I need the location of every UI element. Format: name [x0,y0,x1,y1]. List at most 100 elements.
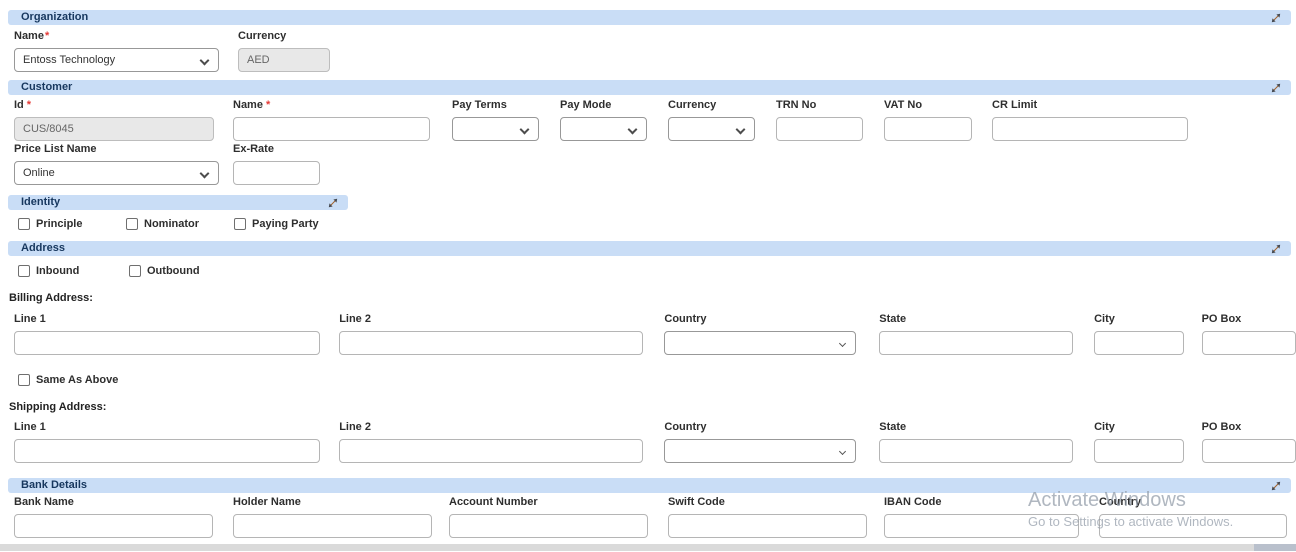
billing-country-field: Country [664,313,856,355]
address-section-title: Address [21,241,65,256]
inbound-checkbox[interactable] [18,265,30,277]
nominator-check-item: Nominator [126,218,234,230]
paying-party-checkbox[interactable] [234,218,246,230]
same-as-above-row: Same As Above [0,374,1296,386]
outbound-checkbox[interactable] [129,265,141,277]
ex-rate-input[interactable] [233,161,320,185]
customer-fields-row-1: Id* Name* Pay Terms Pay Mode Currency [0,99,1296,141]
billing-line1-label: Line 1 [14,313,320,326]
chevron-down-icon [839,448,846,455]
address-collapse-button[interactable] [1271,244,1281,254]
bank-name-label: Bank Name [14,496,213,509]
customer-name-input[interactable] [233,117,430,141]
required-marker: * [27,99,31,111]
organization-name-label: Name* [14,30,219,43]
billing-state-label: State [879,313,1073,326]
principle-check-item: Principle [18,218,126,230]
holder-name-input[interactable] [233,514,432,538]
collapse-diagonal-icon [1271,13,1281,23]
organization-section-title: Organization [21,10,88,25]
shipping-city-input[interactable] [1094,439,1183,463]
price-list-name-select[interactable]: Online [14,161,219,185]
shipping-pobox-input[interactable] [1202,439,1296,463]
organization-currency-field: Currency [238,30,330,72]
billing-line2-label: Line 2 [339,313,643,326]
vat-no-field: VAT No [884,99,972,141]
shipping-country-select[interactable] [664,439,856,463]
principle-label: Principle [36,218,82,230]
inbound-label: Inbound [36,265,79,277]
billing-country-label: Country [664,313,856,326]
chevron-down-icon [736,125,746,135]
principle-checkbox[interactable] [18,218,30,230]
chevron-down-icon [628,125,638,135]
identity-section-title: Identity [21,195,60,210]
same-as-above-checkbox[interactable] [18,374,30,386]
pay-terms-field: Pay Terms [452,99,539,141]
customer-name-label: Name* [233,99,430,112]
trn-no-input[interactable] [776,117,863,141]
billing-city-input[interactable] [1094,331,1183,355]
nominator-label: Nominator [144,218,199,230]
bank-name-input[interactable] [14,514,213,538]
organization-name-select[interactable]: Entoss Technology [14,48,219,72]
shipping-line1-input[interactable] [14,439,320,463]
bank-details-section-title: Bank Details [21,478,87,493]
billing-pobox-input[interactable] [1202,331,1296,355]
iban-code-label: IBAN Code [884,496,1079,509]
bank-details-collapse-button[interactable] [1271,481,1281,491]
identity-collapse-button[interactable] [328,198,338,208]
pay-terms-select[interactable] [452,117,539,141]
trn-no-field: TRN No [776,99,863,141]
collapse-diagonal-icon [1271,244,1281,254]
bank-details-section-header: Bank Details [8,478,1291,493]
vat-no-input[interactable] [884,117,972,141]
customer-name-field: Name* [233,99,430,141]
account-number-field: Account Number [449,496,648,538]
billing-line1-input[interactable] [14,331,320,355]
swift-code-input[interactable] [668,514,867,538]
address-checkboxes-row: Inbound Outbound [0,265,1296,277]
customer-id-input [14,117,214,141]
shipping-state-input[interactable] [879,439,1073,463]
collapse-diagonal-icon [1271,83,1281,93]
organization-name-field: Name* Entoss Technology [14,30,219,72]
customer-currency-field: Currency [668,99,755,141]
swift-code-field: Swift Code [668,496,867,538]
organization-collapse-button[interactable] [1271,13,1281,23]
shipping-line2-field: Line 2 [339,421,643,463]
billing-address-heading: Billing Address: [0,292,1296,305]
customer-currency-select[interactable] [668,117,755,141]
nominator-checkbox[interactable] [126,218,138,230]
shipping-address-row: Line 1 Line 2 Country State City PO Box [0,421,1296,463]
scrollbar-corner [1254,544,1296,551]
iban-code-input[interactable] [884,514,1079,538]
customer-collapse-button[interactable] [1271,83,1281,93]
bank-country-label: Country [1099,496,1287,509]
ex-rate-label: Ex-Rate [233,143,320,156]
iban-code-field: IBAN Code [884,496,1079,538]
shipping-line2-input[interactable] [339,439,643,463]
account-number-input[interactable] [449,514,648,538]
pay-mode-field: Pay Mode [560,99,647,141]
horizontal-scrollbar[interactable] [0,544,1296,551]
chevron-down-icon [520,125,530,135]
bank-country-input[interactable] [1099,514,1287,538]
shipping-address-heading: Shipping Address: [0,401,1296,414]
billing-state-input[interactable] [879,331,1073,355]
address-section-header: Address [8,241,1291,256]
paying-party-label: Paying Party [252,218,319,230]
cr-limit-field: CR Limit [992,99,1188,141]
holder-name-label: Holder Name [233,496,432,509]
shipping-line1-label: Line 1 [14,421,320,434]
holder-name-field: Holder Name [233,496,432,538]
pay-mode-select[interactable] [560,117,647,141]
inbound-check-item: Inbound [18,265,129,277]
billing-line1-field: Line 1 [14,313,320,355]
billing-country-select[interactable] [664,331,856,355]
trn-no-label: TRN No [776,99,863,112]
cr-limit-input[interactable] [992,117,1188,141]
billing-line2-input[interactable] [339,331,643,355]
shipping-state-label: State [879,421,1073,434]
price-list-name-label: Price List Name [14,143,219,156]
